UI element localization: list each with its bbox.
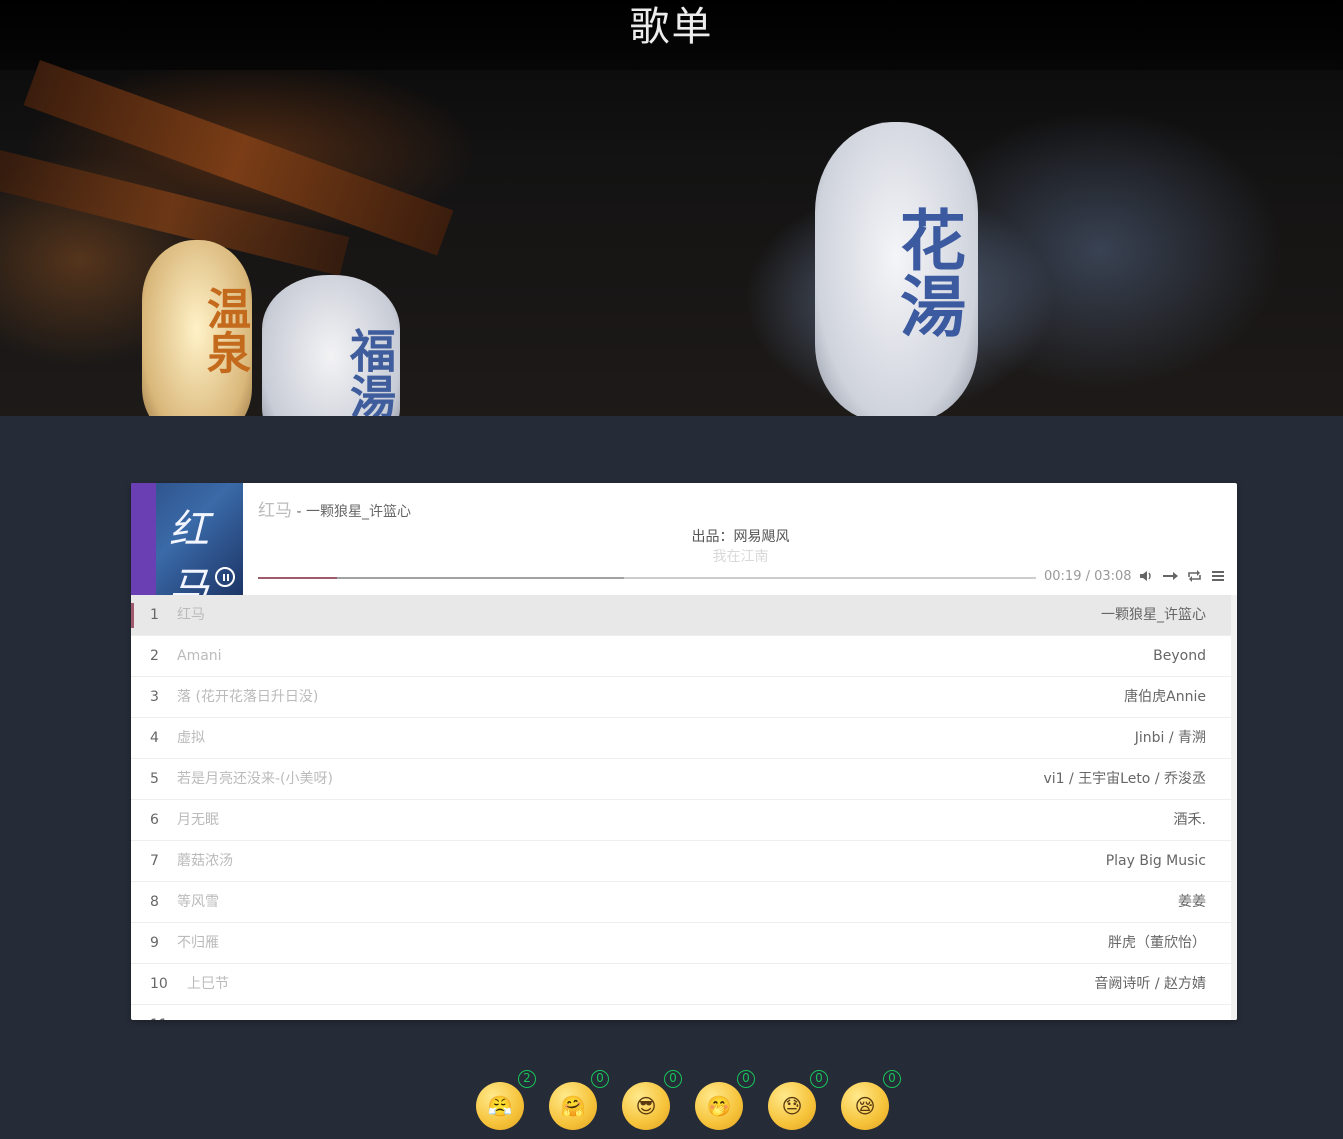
time-display: 00:19 / 03:08 bbox=[1044, 569, 1132, 584]
playlist-row[interactable]: 3 落 (花开花落日升日没) 唐伯虎Annie bbox=[131, 677, 1231, 718]
reaction-count-badge: 2 bbox=[518, 1070, 536, 1088]
song-title: 红马 bbox=[258, 501, 292, 521]
track-index: 6 bbox=[150, 812, 159, 828]
song-author: - 一颗狼星_许篮心 bbox=[292, 504, 411, 520]
reaction-cool[interactable]: 😎 0 bbox=[622, 1070, 682, 1130]
lantern-middle: 福湯 bbox=[262, 275, 400, 416]
playlist-row[interactable]: 11 bbox=[131, 1005, 1231, 1020]
reaction-count-badge: 0 bbox=[883, 1070, 901, 1088]
track-index: 5 bbox=[150, 771, 159, 787]
track-title: 不归雁 bbox=[177, 935, 219, 951]
lantern-right-text: 花湯 bbox=[889, 206, 967, 338]
playlist-row[interactable]: 6 月无眠 酒禾. bbox=[131, 800, 1231, 841]
track-title: Amani bbox=[177, 648, 222, 664]
playlist-row[interactable]: 5 若是月亮还没来-(小美呀) vi1 / 王宇宙Leto / 乔浚丞 bbox=[131, 759, 1231, 800]
reaction-awkward[interactable]: 😓 0 bbox=[768, 1070, 828, 1130]
sleepy-emoji-icon: 😪 bbox=[841, 1082, 889, 1130]
track-artist: Beyond bbox=[1153, 648, 1206, 664]
order-icon[interactable] bbox=[1161, 569, 1181, 585]
emoji-reactions: 😤 2 🤗 0 😎 0 🤭 0 😓 0 😪 0 bbox=[476, 1070, 916, 1139]
lyric-current: 出品：网易飓风 bbox=[691, 529, 790, 545]
playlist-scrollbar[interactable] bbox=[1231, 595, 1237, 1020]
playlist-row[interactable]: 10 上巳节 音阙诗听 / 赵方婧 bbox=[131, 964, 1231, 1005]
lantern-left: 温泉 bbox=[142, 240, 252, 416]
track-artist: 音阙诗听 / 赵方婧 bbox=[1094, 976, 1206, 992]
track-index: 10 bbox=[150, 976, 168, 992]
reaction-count-badge: 0 bbox=[810, 1070, 828, 1088]
progress-played bbox=[258, 577, 337, 579]
track-artist: Jinbi / 青溯 bbox=[1134, 730, 1206, 746]
track-title: 蘑菇浓汤 bbox=[177, 853, 233, 869]
track-title: 落 (花开花落日升日没) bbox=[177, 689, 319, 705]
track-title: 红马 bbox=[177, 607, 205, 623]
menu-icon[interactable] bbox=[1210, 569, 1226, 585]
album-cover[interactable]: 红马 bbox=[131, 483, 243, 595]
reaction-salute[interactable]: 😤 2 bbox=[476, 1070, 536, 1130]
lantern-right: 花湯 bbox=[815, 122, 978, 416]
page-title: 歌单 bbox=[629, 4, 714, 50]
reaction-count-badge: 0 bbox=[591, 1070, 609, 1088]
track-info: 红马 - 一颗狼星_许篮心 出品：网易飓风 我在江南 00:19 / 03:08 bbox=[258, 483, 1228, 595]
playlist-row[interactable]: 9 不归雁 胖虎（董欣怡） bbox=[131, 923, 1231, 964]
reaction-sleepy[interactable]: 😪 0 bbox=[841, 1070, 901, 1130]
shy-emoji-icon: 🤭 bbox=[695, 1082, 743, 1130]
reaction-count-badge: 0 bbox=[737, 1070, 755, 1088]
track-title: 月无眠 bbox=[177, 812, 219, 828]
track-artist: 胖虎（董欣怡） bbox=[1108, 935, 1206, 951]
lantern-middle-text: 福湯 bbox=[343, 327, 397, 416]
playlist-row[interactable]: 2 Amani Beyond bbox=[131, 636, 1231, 677]
lyric-next: 我在江南 bbox=[712, 549, 769, 565]
hug-emoji-icon: 🤗 bbox=[549, 1082, 597, 1130]
pause-icon[interactable] bbox=[215, 567, 235, 587]
hero-banner: 温泉 福湯 花湯 歌单 bbox=[0, 0, 1343, 416]
cover-strip bbox=[131, 483, 156, 595]
music-player: 红马 红马 - 一颗狼星_许篮心 出品：网易飓风 我在江南 00:19 / 03… bbox=[131, 483, 1237, 1020]
song-title-line: 红马 - 一颗狼星_许篮心 bbox=[258, 496, 411, 521]
track-index: 9 bbox=[150, 935, 159, 951]
track-index: 2 bbox=[150, 648, 159, 664]
cool-emoji-icon: 😎 bbox=[622, 1082, 670, 1130]
reaction-count-badge: 0 bbox=[664, 1070, 682, 1088]
awkward-emoji-icon: 😓 bbox=[768, 1082, 816, 1130]
volume-icon[interactable] bbox=[1138, 569, 1154, 585]
track-artist: 唐伯虎Annie bbox=[1124, 689, 1206, 705]
track-index: 7 bbox=[150, 853, 159, 869]
progress-bar[interactable] bbox=[258, 577, 1036, 579]
track-artist: 一颗狼星_许篮心 bbox=[1101, 607, 1206, 623]
playlist-row[interactable]: 4 虚拟 Jinbi / 青溯 bbox=[131, 718, 1231, 759]
playlist[interactable]: 1 红马 一颗狼星_许篮心 2 Amani Beyond 3 落 (花开花落日升日没) 唐伯虎A… bbox=[131, 595, 1231, 1020]
track-artist: Play Big Music bbox=[1105, 853, 1206, 869]
track-artist: vi1 / 王宇宙Leto / 乔浚丞 bbox=[1043, 771, 1206, 787]
playlist-row[interactable]: 8 等风雪 姜姜 bbox=[131, 882, 1231, 923]
track-index: 11 bbox=[150, 1005, 168, 1020]
reaction-hug[interactable]: 🤗 0 bbox=[549, 1070, 609, 1130]
track-index: 8 bbox=[150, 894, 159, 910]
reaction-shy[interactable]: 🤭 0 bbox=[695, 1070, 755, 1130]
playlist-row[interactable]: 7 蘑菇浓汤 Play Big Music bbox=[131, 841, 1231, 882]
loop-icon[interactable] bbox=[1186, 569, 1202, 585]
lantern-left-text: 温泉 bbox=[199, 286, 250, 374]
track-title: 等风雪 bbox=[177, 894, 219, 910]
track-index: 3 bbox=[150, 689, 159, 705]
track-title: 上巳节 bbox=[187, 976, 229, 992]
track-title: 虚拟 bbox=[177, 730, 205, 746]
track-index: 1 bbox=[150, 607, 159, 623]
track-title: 若是月亮还没来-(小美呀) bbox=[177, 771, 333, 787]
playlist-row[interactable]: 1 红马 一颗狼星_许篮心 bbox=[131, 595, 1231, 636]
track-artist: 酒禾. bbox=[1173, 812, 1206, 828]
salute-emoji-icon: 😤 bbox=[476, 1082, 524, 1130]
track-artist: 姜姜 bbox=[1178, 894, 1206, 910]
track-index: 4 bbox=[150, 730, 159, 746]
